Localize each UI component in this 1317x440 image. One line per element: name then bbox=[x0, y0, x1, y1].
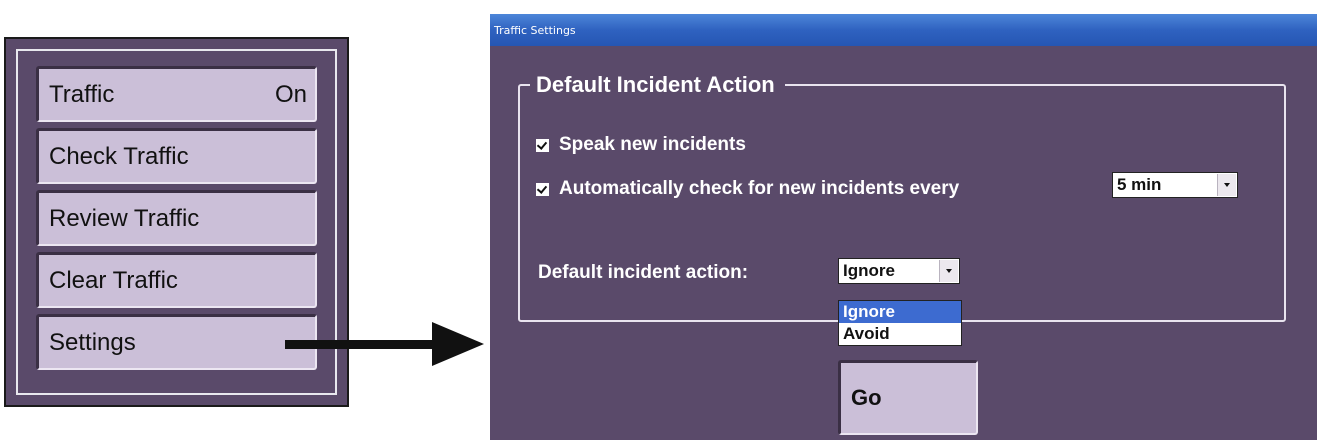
speak-incidents-checkbox[interactable] bbox=[536, 138, 549, 152]
traffic-toggle-state: On bbox=[274, 80, 307, 108]
clear-traffic-button[interactable]: Clear Traffic bbox=[36, 252, 317, 308]
arrow-head-icon bbox=[432, 322, 484, 366]
auto-check-option[interactable]: Automatically check for new incidents ev… bbox=[536, 178, 959, 200]
clear-traffic-label: Clear Traffic bbox=[49, 266, 178, 294]
traffic-toggle-label: Traffic bbox=[49, 80, 115, 108]
default-action-select[interactable]: Ignore bbox=[838, 258, 960, 284]
interval-value: 5 min bbox=[1117, 175, 1162, 194]
group-title: Default Incident Action bbox=[530, 72, 785, 98]
arrow-right-icon bbox=[285, 340, 435, 349]
go-button[interactable]: Go bbox=[838, 360, 978, 435]
default-action-dropdown-list: Ignore Avoid bbox=[838, 300, 962, 346]
settings-button[interactable]: Settings bbox=[36, 314, 317, 370]
go-label: Go bbox=[851, 385, 882, 410]
dialog-title: Traffic Settings bbox=[494, 23, 576, 37]
check-traffic-button[interactable]: Check Traffic bbox=[36, 128, 317, 184]
dropdown-option-ignore[interactable]: Ignore bbox=[839, 301, 961, 323]
chevron-down-icon[interactable] bbox=[1217, 174, 1236, 196]
dialog-titlebar[interactable]: Traffic Settings bbox=[490, 14, 1317, 46]
review-traffic-button[interactable]: Review Traffic bbox=[36, 190, 317, 246]
chevron-down-icon[interactable] bbox=[939, 260, 958, 282]
speak-incidents-option[interactable]: Speak new incidents bbox=[536, 134, 746, 156]
default-action-value: Ignore bbox=[843, 261, 895, 280]
settings-label: Settings bbox=[49, 328, 136, 356]
traffic-menu-panel: Traffic On Check Traffic Review Traffic … bbox=[4, 37, 349, 407]
auto-check-checkbox[interactable] bbox=[536, 182, 549, 196]
traffic-settings-dialog: Traffic Settings Default Incident Action… bbox=[490, 14, 1317, 440]
review-traffic-label: Review Traffic bbox=[49, 204, 200, 232]
check-traffic-label: Check Traffic bbox=[49, 142, 189, 170]
default-incident-action-group: Default Incident Action Speak new incide… bbox=[518, 72, 1286, 322]
auto-check-label: Automatically check for new incidents ev… bbox=[559, 178, 960, 199]
traffic-toggle-button[interactable]: Traffic On bbox=[36, 66, 317, 122]
interval-select[interactable]: 5 min bbox=[1112, 172, 1238, 198]
default-action-label: Default incident action: bbox=[538, 262, 749, 283]
speak-incidents-label: Speak new incidents bbox=[559, 134, 746, 155]
dropdown-option-avoid[interactable]: Avoid bbox=[839, 323, 961, 345]
